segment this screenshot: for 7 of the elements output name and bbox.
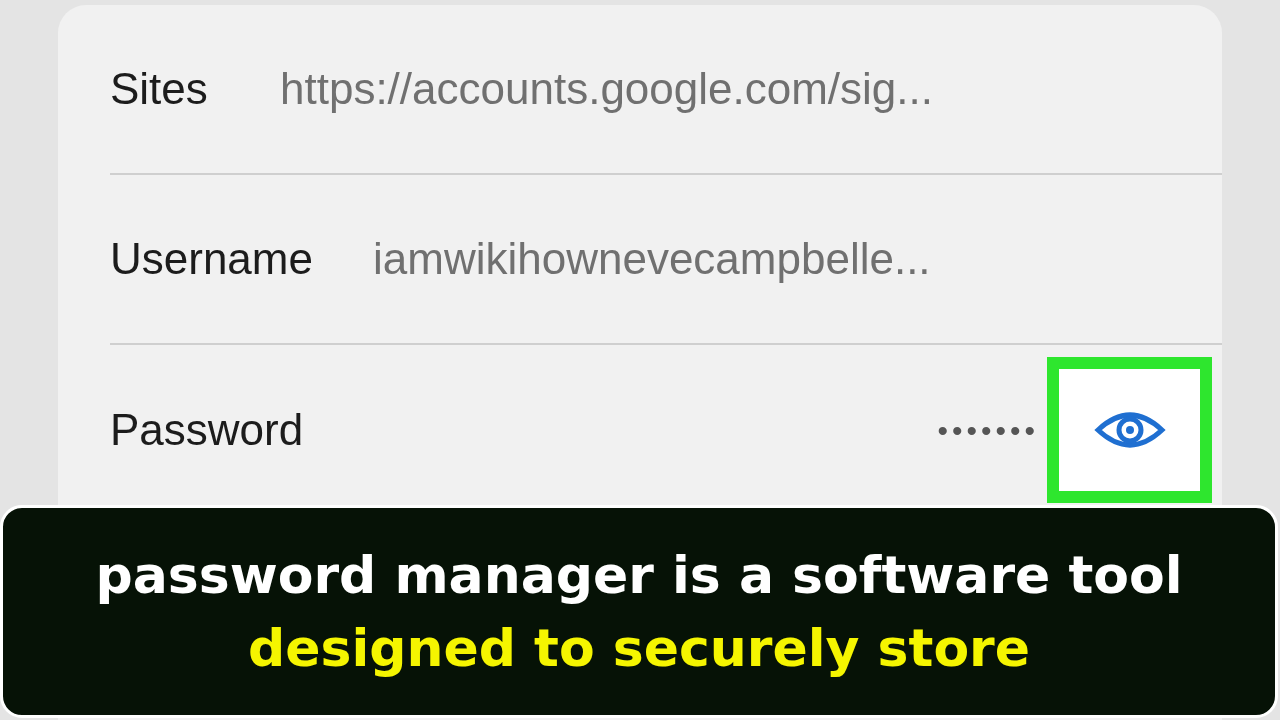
show-password-button[interactable] (1047, 357, 1212, 503)
caption-text: password manager is a software tool (95, 543, 1183, 607)
field-value: https://accounts.google.com/sig... (280, 63, 934, 115)
field-value: iamwikihownevecampbelle... (373, 233, 931, 285)
masked-password: ••••••• (937, 412, 1039, 449)
caption-text: designed to securely store (248, 616, 1030, 680)
field-label: Password (110, 404, 305, 456)
